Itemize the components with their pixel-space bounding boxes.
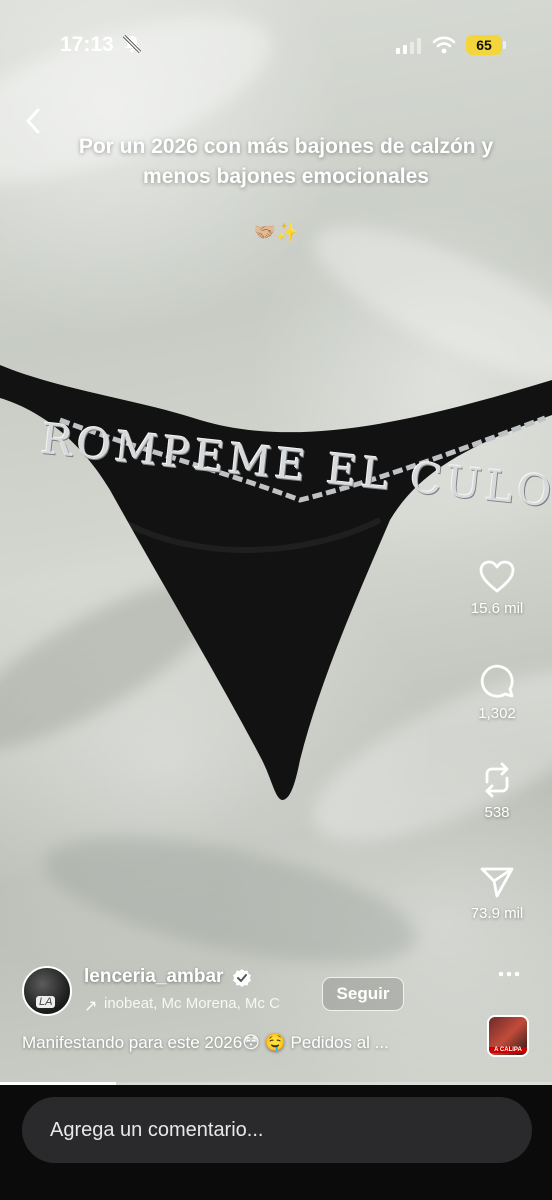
follow-button[interactable]: Seguir: [322, 977, 404, 1011]
like-button[interactable]: 15.6 mil: [442, 560, 552, 617]
audio-thumbnail-text: A CALIPA: [489, 1047, 527, 1053]
more-options-icon[interactable]: [497, 962, 521, 986]
audio-thumbnail[interactable]: A CALIPA: [487, 1015, 529, 1057]
repost-count: 538: [484, 804, 510, 821]
caption-emoji: 🤝🏼✨: [253, 222, 299, 242]
wifi-icon: [432, 36, 456, 54]
repost-icon: [485, 762, 509, 798]
comment-input[interactable]: [22, 1097, 532, 1163]
bell-muted-icon: [122, 34, 142, 54]
share-count: 73.9 mil: [470, 905, 524, 922]
audio-arrow-icon: ↗: [84, 998, 98, 1015]
send-icon: [480, 867, 514, 898]
heart-icon: [479, 560, 515, 593]
verified-badge-icon: [233, 969, 251, 987]
share-button[interactable]: 73.9 mil: [442, 865, 552, 922]
audio-track[interactable]: inobeat, Mc Morena, Mc C: [104, 995, 314, 1012]
avatar[interactable]: LA: [22, 966, 72, 1016]
comment-bubble-icon: [480, 664, 514, 698]
bottom-bar: [0, 1085, 552, 1200]
battery-indicator: 65: [466, 35, 502, 55]
like-count: 15.6 mil: [470, 600, 524, 617]
battery-cap: [503, 41, 506, 49]
username[interactable]: lenceria_ambar: [84, 966, 223, 988]
back-arrow-icon[interactable]: [18, 104, 48, 138]
signal-icon: [396, 38, 421, 54]
status-time: 17:13: [60, 33, 114, 56]
avatar-text: LA: [36, 996, 56, 1008]
repost-button[interactable]: 538: [442, 762, 552, 821]
post-description[interactable]: Manifestando para este 2026😳 🤤 Pedidos a…: [22, 1033, 462, 1053]
reel-caption: Por un 2026 con más bajones de calzón y …: [78, 135, 494, 188]
status-bar: 17:13 65: [0, 0, 552, 90]
comment-count: 1,302: [478, 705, 516, 722]
comment-button[interactable]: 1,302: [442, 663, 552, 722]
